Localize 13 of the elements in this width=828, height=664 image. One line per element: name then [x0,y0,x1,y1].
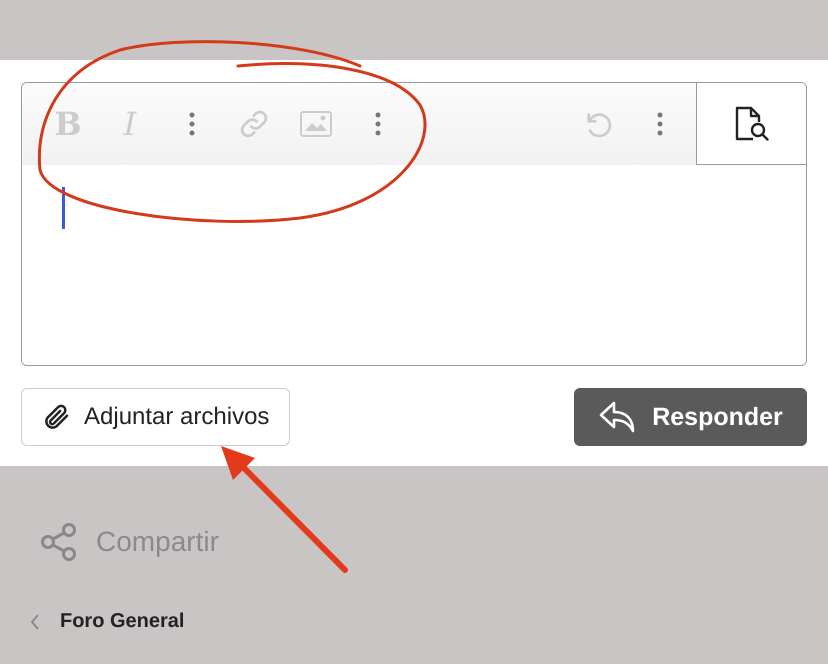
share-icon [40,522,78,562]
share-button[interactable]: Compartir [40,522,219,562]
more-icon [189,112,195,136]
image-icon [300,111,332,137]
more-icon [375,112,381,136]
breadcrumb-link[interactable]: Foro General [60,610,184,633]
chevron-left-icon [30,614,40,630]
reply-button[interactable]: Responder [574,388,807,446]
reply-arrow-icon [598,400,636,434]
attach-files-button[interactable]: Adjuntar archivos [21,388,290,446]
preview-button[interactable] [696,83,806,165]
more-icon [657,112,663,136]
link-icon [238,108,270,140]
